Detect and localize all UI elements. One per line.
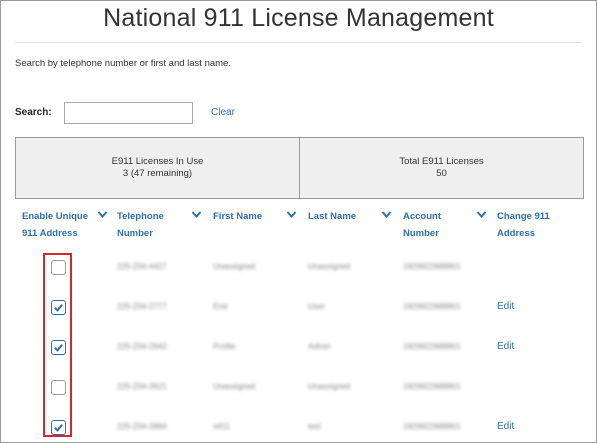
last-name-cell: User [308, 302, 325, 311]
chevron-down-icon[interactable] [476, 210, 487, 219]
column-header-label: Account [403, 211, 441, 222]
telephone-number-cell: 225-256-3621 [117, 382, 167, 391]
page-title: National 911 License Management [103, 4, 494, 32]
table-row: 225-256-3884 e911 test 1829922988801 Edi… [0, 420, 597, 440]
column-header-label: First Name [213, 211, 263, 222]
first-name-cell: Unassigned [213, 382, 256, 391]
title-divider [15, 42, 582, 43]
clear-link[interactable]: Clear [211, 107, 235, 118]
column-header-account-number[interactable]: Account Number [403, 208, 441, 242]
column-header-label: Enable Unique [22, 211, 88, 222]
account-number-cell: 1829922988801 [403, 302, 461, 311]
first-name-cell: Profile [213, 342, 236, 351]
telephone-number-cell: 225-256-4427 [117, 262, 167, 271]
chevron-down-icon[interactable] [381, 210, 392, 219]
column-header-first-name[interactable]: First Name [213, 208, 262, 225]
licenses-in-use-stat: E911 Licenses In Use 3 (47 remaining) [16, 138, 299, 198]
first-name-cell: End [213, 302, 228, 311]
column-header-label: 911 Address [22, 228, 78, 239]
column-header-label: Address [497, 228, 536, 239]
column-header-label: Number [117, 228, 153, 239]
account-number-cell: 1829922988801 [403, 342, 461, 351]
search-instructions: Search by telephone number or first and … [15, 58, 231, 69]
chevron-down-icon[interactable] [191, 210, 202, 219]
column-header-change-911-address: Change 911 Address [497, 208, 550, 242]
telephone-number-cell: 225-256-3884 [117, 422, 167, 431]
column-header-label: Change 911 [497, 211, 550, 222]
table-row: 225-256-3621 Unassigned Unassigned 18299… [0, 380, 597, 400]
table-row: 225-256-2777 End User 1829922988801 Edit [0, 300, 597, 320]
account-number-cell: 1829922988801 [403, 382, 461, 391]
license-stats-panel: E911 Licenses In Use 3 (47 remaining) To… [15, 137, 584, 199]
edit-911-address-link[interactable]: Edit [497, 421, 514, 432]
column-header-last-name[interactable]: Last Name [308, 208, 356, 225]
column-header-label: Last Name [308, 211, 357, 222]
column-header-label: Telephone [117, 211, 164, 222]
edit-911-address-link[interactable]: Edit [497, 301, 514, 312]
search-input[interactable] [64, 102, 193, 124]
search-label: Search: [15, 107, 52, 118]
total-licenses-value: 50 [436, 168, 447, 179]
total-licenses-stat: Total E911 Licenses 50 [299, 138, 583, 198]
first-name-cell: e911 [213, 422, 231, 431]
table-header: Enable Unique 911 Address Telephone Numb… [0, 208, 597, 244]
column-header-telephone-number[interactable]: Telephone Number [117, 208, 164, 242]
chevron-down-icon[interactable] [97, 210, 108, 219]
table-row: 225-256-2642 Profile Admin 1829922988801… [0, 340, 597, 360]
first-name-cell: Unassigned [213, 262, 256, 271]
chevron-down-icon[interactable] [286, 210, 297, 219]
last-name-cell: Unassigned [308, 262, 351, 271]
column-header-label: Number [403, 228, 439, 239]
last-name-cell: test [308, 422, 321, 431]
licenses-in-use-label: E911 Licenses In Use [111, 156, 204, 167]
account-number-cell: 1829922988801 [403, 422, 461, 431]
table-row: 225-256-4427 Unassigned Unassigned 18299… [0, 260, 597, 280]
column-header-enable-unique-address[interactable]: Enable Unique 911 Address [22, 208, 88, 242]
last-name-cell: Unassigned [308, 382, 351, 391]
checkbox-column-highlight [43, 253, 72, 437]
account-number-cell: 1829922988801 [403, 262, 461, 271]
telephone-number-cell: 225-256-2642 [117, 342, 167, 351]
licenses-in-use-value: 3 (47 remaining) [122, 168, 193, 179]
telephone-number-cell: 225-256-2777 [117, 302, 167, 311]
last-name-cell: Admin [308, 342, 331, 351]
total-licenses-label: Total E911 Licenses [399, 156, 484, 167]
edit-911-address-link[interactable]: Edit [497, 341, 514, 352]
